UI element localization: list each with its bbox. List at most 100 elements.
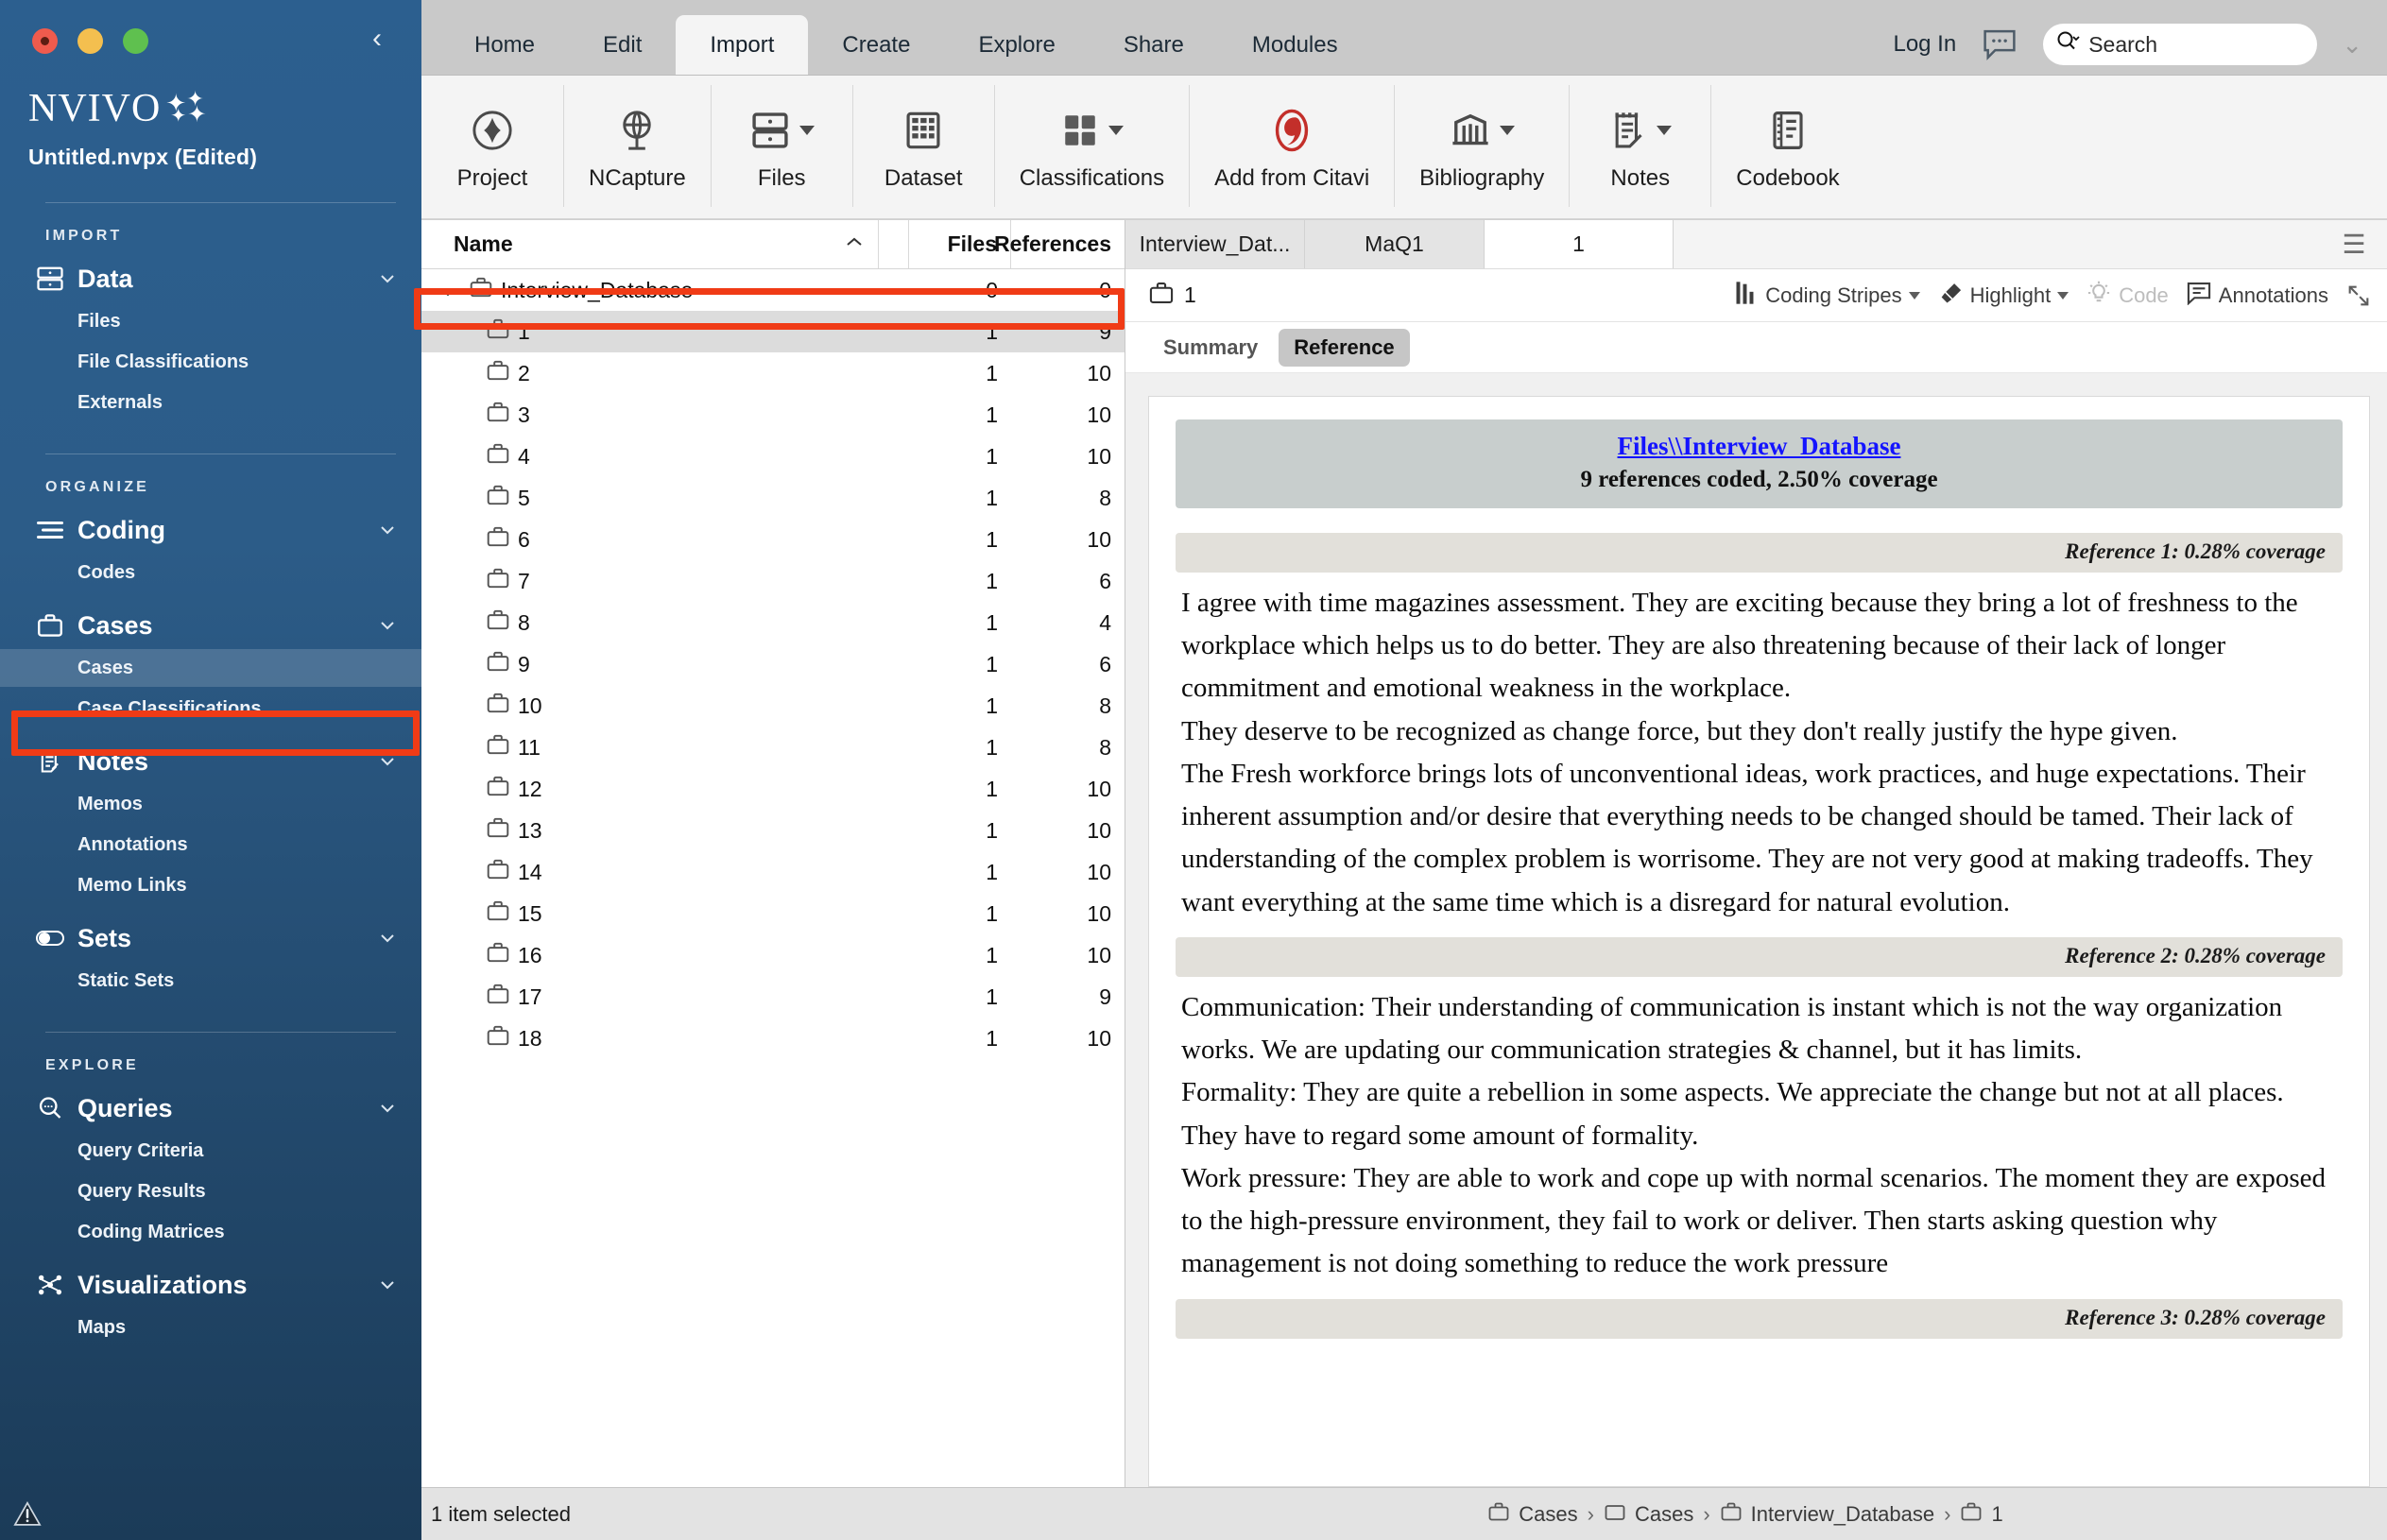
tab-import[interactable]: Import [676,15,809,75]
sidebar-group-sets[interactable]: Sets [0,917,421,959]
table-row[interactable]: 3 1 10 [421,394,1125,436]
toggle-icon [32,924,68,952]
highlight-button[interactable]: Highlight [1937,281,2069,311]
table-row[interactable]: ⌄ Interview_Database 0 0 [421,269,1125,311]
doc-tab-maq1[interactable]: MaQ1 [1305,220,1485,268]
breadcrumb-item[interactable]: Interview_Database [1720,1501,1934,1528]
maximize-window-button[interactable] [123,28,148,54]
column-header-name[interactable]: Name [421,220,879,268]
sidebar-item-file-classifications[interactable]: File Classifications [0,343,421,381]
bibliography-button[interactable]: Bibliography [1394,85,1569,207]
close-window-button[interactable] [32,28,58,54]
chevron-left-icon[interactable]: ‹ [361,25,393,57]
add-from-citavi-button[interactable]: Add from Citavi [1189,85,1394,207]
sidebar-item-annotations[interactable]: Annotations [0,826,421,864]
notes-button[interactable]: Notes [1569,85,1710,207]
table-row[interactable]: 10 1 8 [421,685,1125,727]
table-row[interactable]: 8 1 4 [421,602,1125,643]
table-row[interactable]: 5 1 8 [421,477,1125,519]
codebook-button[interactable]: Codebook [1710,85,1863,207]
chevron-down-icon[interactable] [2057,291,2069,299]
tab-explore[interactable]: Explore [944,15,1089,75]
table-row[interactable]: 4 1 10 [421,436,1125,477]
doc-tab-1[interactable]: 1 [1485,220,1674,268]
table-row[interactable]: 7 1 6 [421,560,1125,602]
reference-1-paragraph-2: They deserve to be recognized as change … [1181,715,2178,746]
breadcrumb-item[interactable]: 1 [1960,1501,2003,1528]
source-file-link[interactable]: Files\\Interview_Database [1618,432,1901,461]
chevron-down-icon[interactable] [378,521,397,539]
warning-icon[interactable] [13,1500,42,1527]
chevron-down-icon[interactable] [378,929,397,948]
tab-modules[interactable]: Modules [1218,15,1372,75]
table-row[interactable]: 18 1 10 [421,1018,1125,1059]
subtab-summary[interactable]: Summary [1148,329,1273,367]
document-scroll-area[interactable]: Files\\Interview_Database 9 references c… [1125,373,2387,1487]
breadcrumb-item[interactable]: Cases [1487,1501,1578,1528]
chevron-down-icon[interactable] [378,616,397,635]
sidebar-item-memo-links[interactable]: Memo Links [0,866,421,904]
sidebar-item-query-results[interactable]: Query Results [0,1172,421,1210]
chevron-down-icon[interactable] [378,752,397,771]
chevron-up-icon[interactable] [844,233,865,255]
hamburger-menu-icon[interactable]: ☰ [2321,220,2387,268]
sidebar-item-externals[interactable]: Externals [0,384,421,421]
table-row[interactable]: 16 1 10 [421,934,1125,976]
table-row[interactable]: 6 1 10 [421,519,1125,560]
chevron-down-icon[interactable] [799,125,815,135]
tab-create[interactable]: Create [808,15,944,75]
sidebar-group-cases[interactable]: Cases [0,605,421,646]
sidebar-group-coding[interactable]: Coding [0,509,421,551]
sidebar-group-data[interactable]: Data [0,258,421,299]
chevron-down-icon[interactable]: ⌄ [440,280,461,301]
chat-bubble-icon[interactable] [1981,28,2018,60]
chevron-down-icon[interactable] [1657,125,1673,135]
table-row[interactable]: 12 1 10 [421,768,1125,810]
table-row[interactable]: 17 1 9 [421,976,1125,1018]
sidebar-group-notes[interactable]: Notes [0,741,421,782]
table-row[interactable]: 9 1 6 [421,643,1125,685]
sidebar-item-files[interactable]: Files [0,302,421,340]
tab-home[interactable]: Home [440,15,569,75]
table-row[interactable]: 11 1 8 [421,727,1125,768]
doc-tab-interview-database[interactable]: Interview_Dat... [1125,220,1305,268]
table-row[interactable]: 1 1 9 [421,311,1125,352]
table-row[interactable]: 15 1 10 [421,893,1125,934]
sidebar-group-visualizations[interactable]: Visualizations [0,1264,421,1306]
project-button[interactable]: Project [421,85,563,207]
files-button[interactable]: Files [710,85,852,207]
chevron-down-icon[interactable] [1908,291,1920,299]
breadcrumb-item[interactable]: Cases [1604,1501,1693,1528]
chevron-down-icon[interactable] [378,1099,397,1118]
sidebar-item-case-classifications[interactable]: Case Classifications [0,690,421,727]
dataset-button[interactable]: Dataset [851,85,994,207]
chevron-down-icon[interactable] [378,1275,397,1294]
subtab-reference[interactable]: Reference [1279,328,1410,367]
chevron-down-icon[interactable]: ⌄ [2342,30,2362,60]
log-in-button[interactable]: Log In [1893,31,1956,58]
minimize-window-button[interactable] [77,28,103,54]
expand-diagonal-icon[interactable] [2345,282,2372,309]
annotations-button[interactable]: Annotations [2186,281,2328,311]
table-row[interactable]: 14 1 10 [421,851,1125,893]
chevron-down-icon[interactable] [1499,125,1515,135]
search-input[interactable]: Search [2043,24,2318,65]
tab-edit[interactable]: Edit [569,15,676,75]
sidebar-item-static-sets[interactable]: Static Sets [0,962,421,1000]
chevron-down-icon[interactable] [1108,125,1124,135]
sidebar-item-codes[interactable]: Codes [0,554,421,591]
coding-stripes-button[interactable]: Coding Stripes [1734,280,1920,312]
sidebar-item-query-criteria[interactable]: Query Criteria [0,1132,421,1170]
sidebar-item-maps[interactable]: Maps [0,1309,421,1346]
table-row[interactable]: 13 1 10 [421,810,1125,851]
column-header-references[interactable]: References [994,220,1125,268]
table-row[interactable]: 2 1 10 [421,352,1125,394]
sidebar-item-coding-matrices[interactable]: Coding Matrices [0,1213,421,1251]
sidebar-item-memos[interactable]: Memos [0,785,421,823]
sidebar-group-queries[interactable]: Queries [0,1087,421,1129]
ncapture-button[interactable]: NCapture [563,85,711,207]
chevron-down-icon[interactable] [378,269,397,288]
classifications-button[interactable]: Classifications [993,85,1189,207]
tab-share[interactable]: Share [1090,15,1218,75]
sidebar-item-cases[interactable]: Cases [0,649,421,687]
